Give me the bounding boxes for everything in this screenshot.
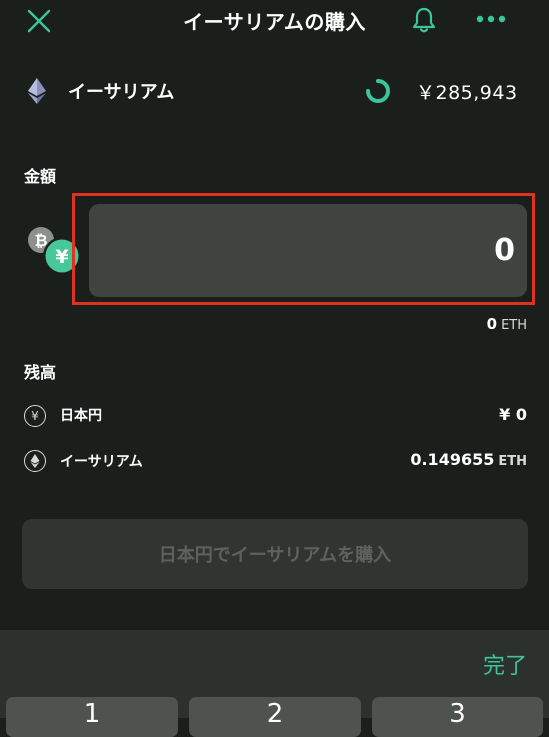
- buy-button-label: 日本円でイーサリアムを購入: [158, 545, 392, 566]
- svg-text:¥: ¥: [55, 246, 68, 268]
- balance-eth-unit: ETH: [498, 454, 527, 469]
- key-3[interactable]: 3: [372, 697, 543, 737]
- eth-equivalent: 0 ETH: [487, 315, 527, 333]
- refresh-spinner-icon: [366, 79, 390, 103]
- page-title: イーサリアムの購入: [183, 10, 366, 34]
- balance-yen-value: ¥ 0: [499, 405, 527, 424]
- amount-input[interactable]: 0: [89, 204, 527, 297]
- ethereum-icon: [28, 78, 46, 104]
- balance-eth-value: 0.149655: [410, 450, 495, 469]
- ethereum-small-icon: [24, 450, 46, 472]
- balance-eth-value-group: 0.149655 ETH: [410, 450, 527, 469]
- eth-equivalent-unit: ETH: [501, 318, 527, 333]
- asset-name: イーサリアム: [68, 82, 175, 103]
- asset-price: ￥285,943: [416, 82, 518, 104]
- buy-button[interactable]: 日本円でイーサリアムを購入: [22, 519, 528, 589]
- key-2[interactable]: 2: [189, 697, 361, 737]
- bell-icon[interactable]: [411, 6, 437, 34]
- amount-label: 金額: [24, 167, 57, 186]
- balance-label: 残高: [24, 363, 57, 382]
- eth-equivalent-value: 0: [486, 315, 498, 333]
- balance-eth-name: イーサリアム: [60, 454, 143, 470]
- amount-value: 0: [494, 233, 515, 268]
- yen-icon: ¥: [24, 405, 46, 427]
- done-button[interactable]: 完了: [483, 648, 527, 680]
- more-icon[interactable]: [476, 12, 506, 26]
- balance-yen-name: 日本円: [60, 408, 102, 424]
- key-1[interactable]: 1: [6, 697, 178, 737]
